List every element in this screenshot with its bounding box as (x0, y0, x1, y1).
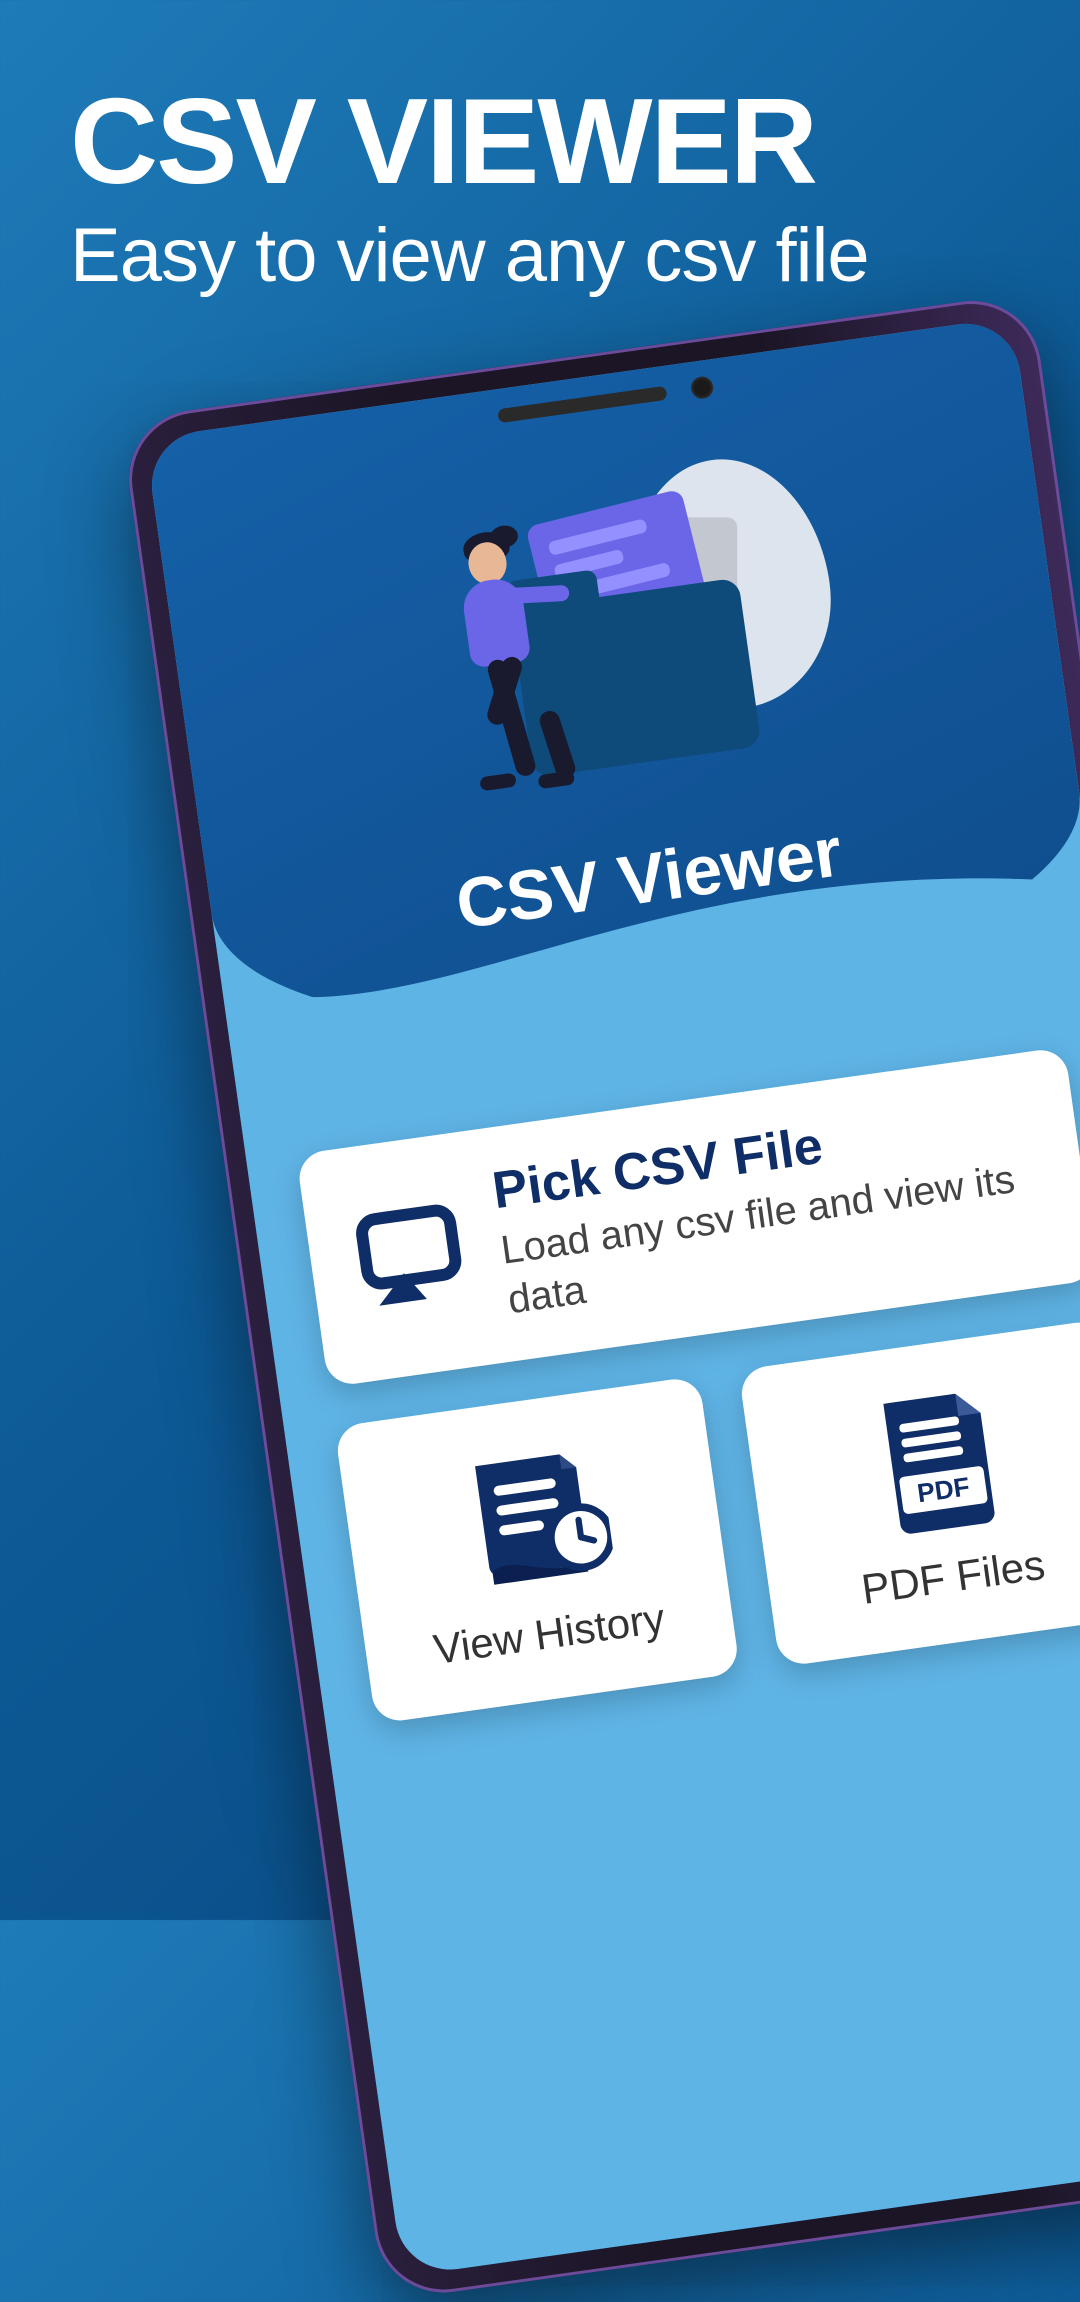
header-illustration (332, 421, 889, 790)
pdf-files-label: PDF Files (859, 1541, 1048, 1614)
promo-title: CSV VIEWER (70, 80, 869, 202)
phone-mockup: CSV Viewer Pick CSV File Load any csv fi… (120, 292, 1080, 2302)
promo-subtitle: Easy to view any csv file (70, 212, 869, 299)
card-row: View History PDF PD (334, 1319, 1080, 1724)
history-icon (448, 1432, 617, 1601)
pdf-files-card[interactable]: PDF PDF Files (738, 1319, 1080, 1667)
view-history-label: View History (431, 1594, 668, 1674)
pick-csv-card[interactable]: Pick CSV File Load any csv file and view… (296, 1047, 1080, 1388)
pdf-icon: PDF (852, 1375, 1021, 1544)
phone-screen: CSV Viewer Pick CSV File Load any csv fi… (145, 317, 1080, 2277)
view-history-card[interactable]: View History (334, 1376, 740, 1724)
app-header: CSV Viewer (145, 317, 1080, 1073)
promo-header: CSV VIEWER Easy to view any csv file (70, 80, 869, 299)
cards-container: Pick CSV File Load any csv file and view… (234, 951, 1080, 1732)
pick-csv-text: Pick CSV File Load any csv file and view… (489, 1088, 1052, 1326)
pick-file-icon (344, 1189, 480, 1325)
